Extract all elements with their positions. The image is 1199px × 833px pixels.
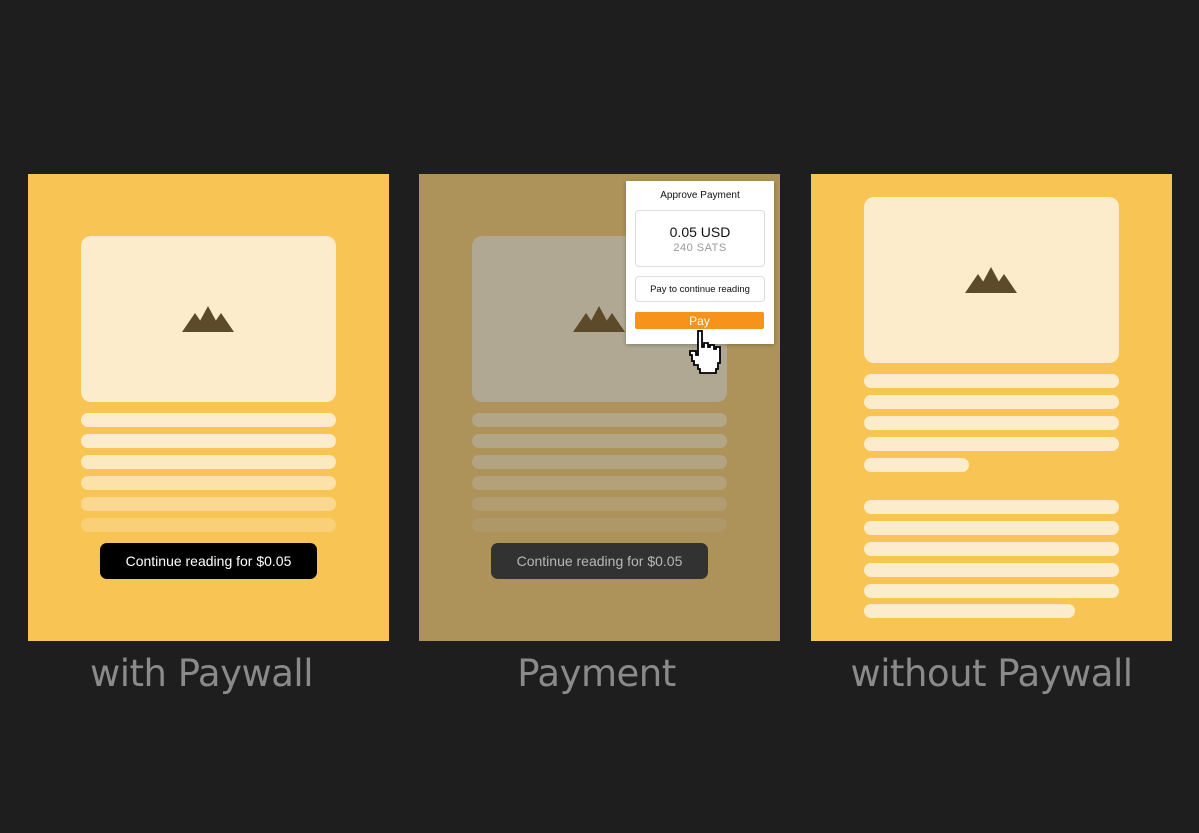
mountain-icon bbox=[182, 306, 234, 332]
dialog-title: Approve Payment bbox=[660, 190, 740, 201]
continue-reading-button-dimmed: Continue reading for $0.05 bbox=[491, 543, 708, 579]
image-placeholder bbox=[864, 197, 1119, 363]
text-line bbox=[81, 518, 336, 532]
text-line bbox=[864, 584, 1119, 598]
hand-pointer-icon bbox=[689, 330, 721, 374]
continue-reading-button[interactable]: Continue reading for $0.05 bbox=[100, 543, 317, 579]
caption-with-paywall: with Paywall bbox=[90, 652, 313, 695]
text-line bbox=[864, 395, 1119, 409]
text-line bbox=[864, 458, 969, 472]
caption-payment: Payment bbox=[517, 652, 676, 695]
pay-button[interactable]: Pay bbox=[635, 312, 764, 329]
text-line bbox=[81, 497, 336, 511]
image-placeholder bbox=[81, 236, 336, 402]
payment-description: Pay to continue reading bbox=[635, 276, 765, 302]
caption-without-paywall: without Paywall bbox=[850, 652, 1133, 695]
text-line bbox=[472, 413, 727, 427]
text-line bbox=[472, 455, 727, 469]
amount-sats: 240 SATS bbox=[673, 242, 727, 254]
text-line bbox=[472, 497, 727, 511]
text-line bbox=[81, 476, 336, 490]
text-line bbox=[81, 455, 336, 469]
text-line bbox=[864, 416, 1119, 430]
text-line bbox=[864, 437, 1119, 451]
text-line bbox=[472, 518, 727, 532]
amount-box: 0.05 USD 240 SATS bbox=[635, 210, 765, 267]
mountain-icon bbox=[965, 267, 1017, 293]
text-line bbox=[472, 476, 727, 490]
text-line bbox=[864, 542, 1119, 556]
text-line bbox=[864, 604, 1075, 618]
text-line bbox=[864, 374, 1119, 388]
text-line bbox=[81, 413, 336, 427]
text-line bbox=[864, 563, 1119, 577]
text-line bbox=[81, 434, 336, 448]
approve-payment-dialog: Approve Payment 0.05 USD 240 SATS Pay to… bbox=[626, 181, 774, 344]
mountain-icon bbox=[573, 306, 625, 332]
text-line bbox=[864, 521, 1119, 535]
paywall-article-mockup: Continue reading for $0.05 bbox=[28, 174, 389, 641]
amount-usd: 0.05 USD bbox=[669, 224, 731, 240]
text-line bbox=[864, 500, 1119, 514]
text-line bbox=[472, 434, 727, 448]
free-article-mockup bbox=[811, 174, 1172, 641]
